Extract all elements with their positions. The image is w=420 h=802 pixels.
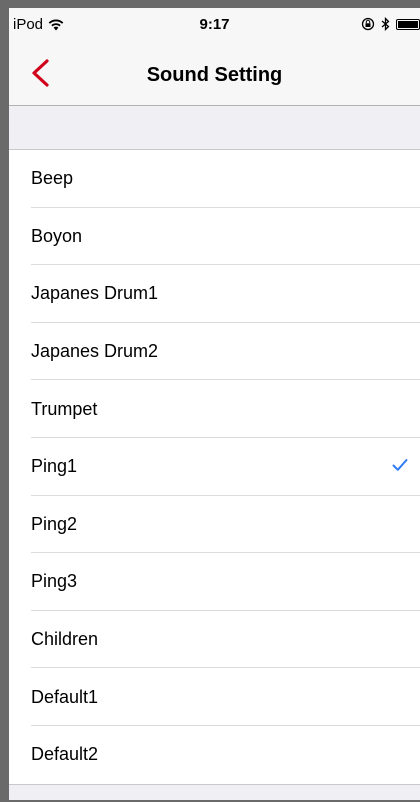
battery-level xyxy=(398,20,418,28)
sound-option-label: Trumpet xyxy=(31,398,98,419)
orientation-lock-icon xyxy=(361,17,375,31)
sound-option-label: Beep xyxy=(31,168,74,189)
sound-option-row[interactable]: Japanes Drum2 xyxy=(9,323,420,381)
sound-option-row[interactable]: Japanes Drum1 xyxy=(9,265,420,323)
sound-option-label: Ping2 xyxy=(31,513,78,534)
sound-option-label: Boyon xyxy=(31,225,83,246)
sound-option-label: Japanes Drum2 xyxy=(31,341,159,362)
sound-option-row[interactable]: Ping2 xyxy=(9,496,420,554)
sound-option-row[interactable]: Beep xyxy=(9,150,420,208)
checkmark-icon xyxy=(392,458,408,471)
sound-option-label: Default1 xyxy=(31,686,99,707)
status-bar: iPod 9:17 xyxy=(9,8,420,40)
bluetooth-icon xyxy=(381,17,390,31)
sound-option-label: Ping1 xyxy=(31,456,78,477)
sound-option-label: Children xyxy=(31,629,99,650)
sound-option-row[interactable]: Trumpet xyxy=(9,380,420,438)
sound-option-row[interactable]: Default1 xyxy=(9,668,420,726)
sound-option-row[interactable]: Boyon xyxy=(9,208,420,266)
section-header-spacer xyxy=(9,106,420,150)
page-title: Sound Setting xyxy=(146,64,283,86)
sound-option-row[interactable]: Ping1 xyxy=(9,438,420,496)
battery-icon xyxy=(396,18,420,30)
sound-option-label: Default2 xyxy=(31,744,99,765)
sound-option-row[interactable]: Ping3 xyxy=(9,553,420,611)
status-time: 9:17 xyxy=(199,16,230,33)
sound-option-label: Ping3 xyxy=(31,571,78,592)
device-frame: iPod 9:17 Sound Setting Beep Boyon Japan… xyxy=(0,0,420,802)
sound-option-row[interactable]: Default2 xyxy=(9,726,420,784)
sound-option-row[interactable]: Children xyxy=(9,611,420,669)
status-right xyxy=(361,17,420,31)
sound-option-label: Japanes Drum1 xyxy=(31,283,159,304)
sound-list: Beep Boyon Japanes Drum1 Japanes Drum2 Trump… xyxy=(9,150,420,785)
navigation-bar: Sound Setting xyxy=(9,40,420,106)
